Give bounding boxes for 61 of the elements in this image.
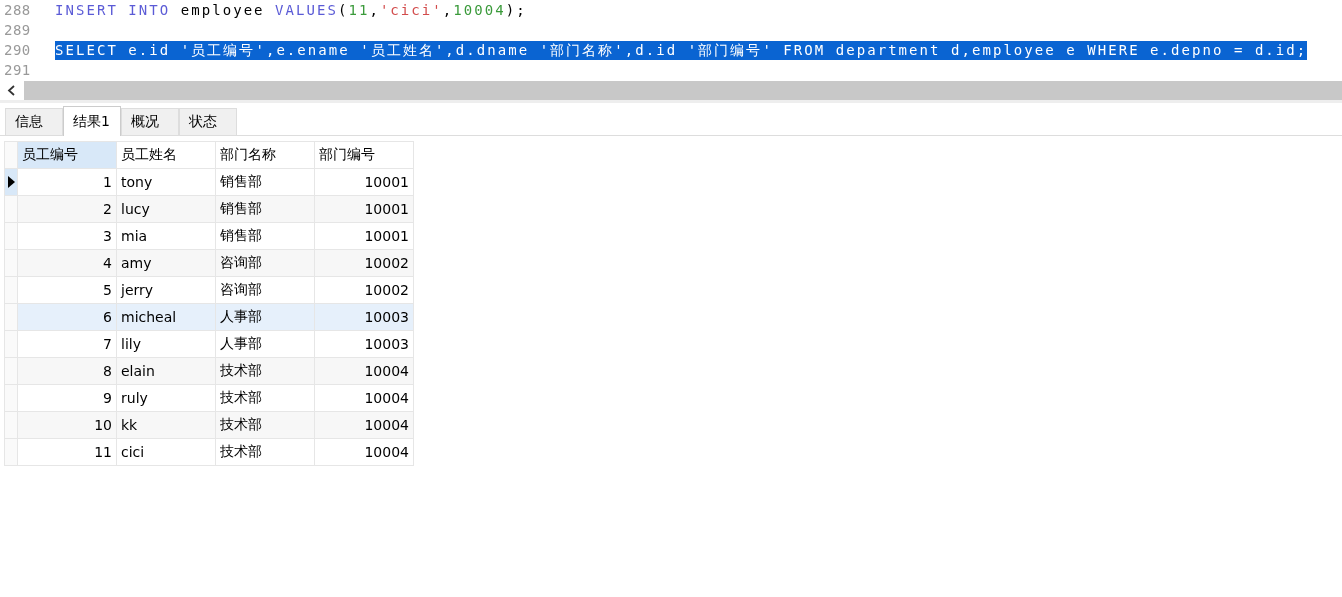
table-cell: 7 — [17, 330, 117, 358]
table-cell: 10001 — [314, 168, 414, 196]
table-cell: lucy — [116, 195, 216, 223]
table-cell: elain — [116, 357, 216, 385]
column-header[interactable]: 部门名称 — [215, 141, 315, 169]
table-cell: mia — [116, 222, 216, 250]
table-cell: 3 — [17, 222, 117, 250]
code-line: INSERT INTO employee VALUES(11,'cici',10004); — [55, 0, 527, 20]
table-cell: tony — [116, 168, 216, 196]
scrollbar-thumb[interactable] — [24, 81, 1342, 100]
line-number: 290 — [3, 42, 32, 58]
table-cell: 技术部 — [215, 411, 315, 439]
table-cell: jerry — [116, 276, 216, 304]
table-cell: micheal — [116, 303, 216, 331]
table-cell: 咨询部 — [215, 249, 315, 277]
scroll-left-icon[interactable] — [0, 81, 24, 100]
row-selector[interactable] — [4, 168, 18, 196]
line-number: 288 — [3, 2, 32, 18]
table-cell: 人事部 — [215, 330, 315, 358]
table-cell: 10004 — [314, 411, 414, 439]
table-cell: 10001 — [314, 222, 414, 250]
result-tab[interactable]: 信息 — [5, 108, 63, 135]
table-cell: 技术部 — [215, 438, 315, 466]
table-cell: 1 — [17, 168, 117, 196]
table-cell: 10 — [17, 411, 117, 439]
line-number: 289 — [3, 22, 32, 38]
table-cell: 11 — [17, 438, 117, 466]
table-cell: cici — [116, 438, 216, 466]
line-number: 291 — [3, 62, 32, 78]
table-cell: 9 — [17, 384, 117, 412]
column-header[interactable]: 部门编号 — [314, 141, 414, 169]
result-tab[interactable]: 结果1 — [63, 106, 121, 136]
table-cell: 4 — [17, 249, 117, 277]
table-cell: 2 — [17, 195, 117, 223]
table-cell: 10003 — [314, 330, 414, 358]
result-tab[interactable]: 状态 — [179, 108, 237, 135]
result-tab[interactable]: 概况 — [121, 108, 179, 135]
table-cell: 6 — [17, 303, 117, 331]
table-cell: amy — [116, 249, 216, 277]
table-cell: 咨询部 — [215, 276, 315, 304]
table-cell: 技术部 — [215, 384, 315, 412]
table-cell: 销售部 — [215, 222, 315, 250]
table-cell: 10002 — [314, 276, 414, 304]
table-cell: 10004 — [314, 384, 414, 412]
table-cell: 5 — [17, 276, 117, 304]
table-cell: 10004 — [314, 438, 414, 466]
table-cell: 8 — [17, 357, 117, 385]
table-cell: ruly — [116, 384, 216, 412]
column-header[interactable]: 员工姓名 — [116, 141, 216, 169]
table-cell: 销售部 — [215, 195, 315, 223]
table-cell: 10001 — [314, 195, 414, 223]
table-cell: 人事部 — [215, 303, 315, 331]
table-cell: 销售部 — [215, 168, 315, 196]
table-cell: 10003 — [314, 303, 414, 331]
column-header[interactable]: 员工编号 — [17, 141, 117, 169]
table-cell: kk — [116, 411, 216, 439]
current-row-icon — [5, 175, 17, 189]
table-cell: 技术部 — [215, 357, 315, 385]
table-cell: 10004 — [314, 357, 414, 385]
table-cell: 10002 — [314, 249, 414, 277]
table-cell: lily — [116, 330, 216, 358]
